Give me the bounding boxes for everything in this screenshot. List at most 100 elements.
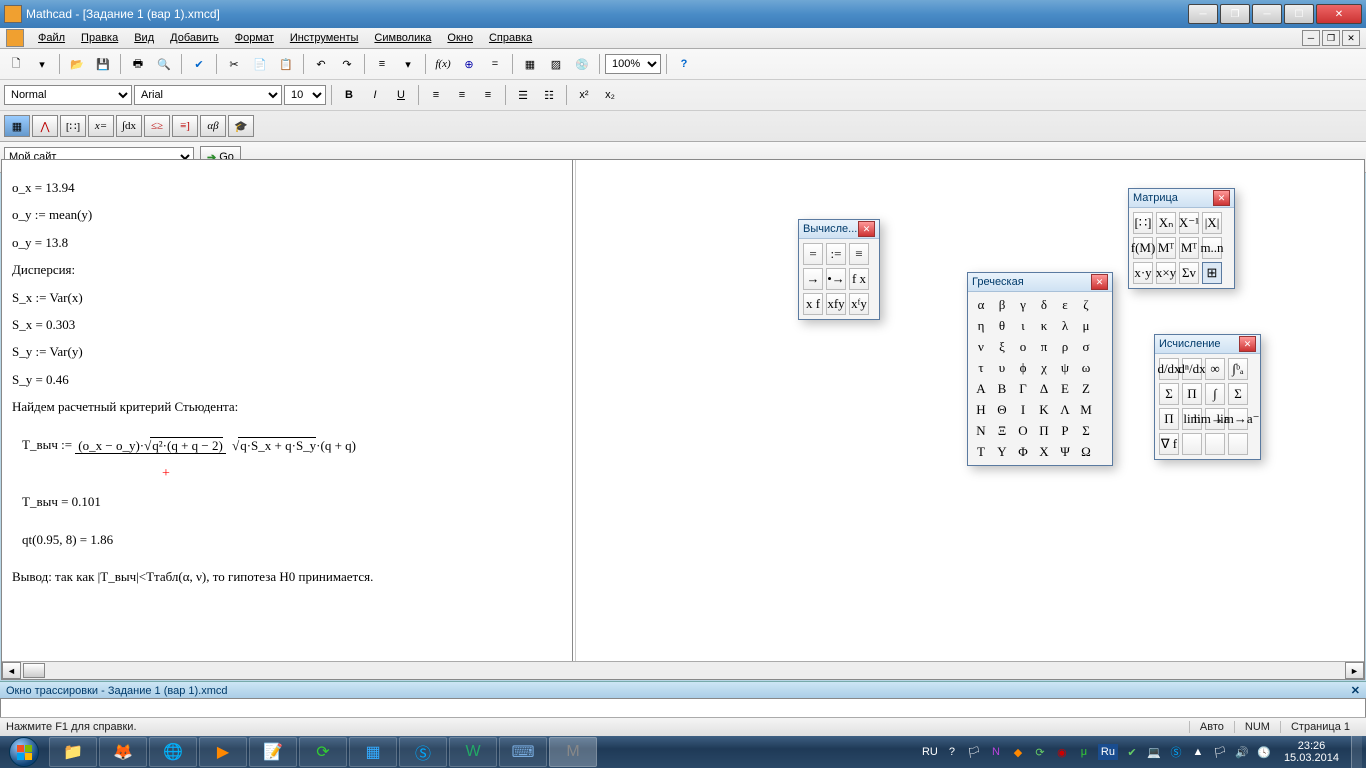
tray-onenote-icon[interactable]: N [988, 744, 1004, 760]
menu-format[interactable]: Формат [227, 32, 282, 44]
eval-cell-4[interactable]: •→ [826, 268, 846, 290]
matrix-cell-4[interactable]: f(M) [1133, 237, 1153, 259]
tray-app-icon[interactable]: ◉ [1054, 744, 1070, 760]
task-keyboard[interactable]: ⌨ [499, 737, 547, 767]
tray-clock-icon[interactable]: 🕓 [1256, 744, 1272, 760]
align-left-button[interactable]: ≡ [424, 83, 448, 107]
greek-palette-button[interactable]: αβ [200, 115, 226, 137]
tray-skype-icon[interactable]: Ⓢ [1168, 744, 1184, 760]
secondary-restore[interactable]: ❐ [1220, 4, 1250, 24]
numbering-button[interactable]: ☷ [537, 83, 561, 107]
show-desktop-button[interactable] [1351, 736, 1362, 768]
style-select[interactable]: Normal [4, 85, 132, 105]
palette-evaluation-close[interactable]: ✕ [858, 221, 875, 237]
menu-edit[interactable]: Правка [73, 32, 126, 44]
calc-cell-3[interactable]: ∫ᵇₐ [1228, 358, 1248, 380]
evaluation-palette-button[interactable]: x= [88, 115, 114, 137]
programming-palette-button[interactable]: ≡] [172, 115, 198, 137]
greek-cell-3[interactable]: δ [1035, 296, 1053, 314]
greek-cell-29[interactable]: Ζ [1077, 380, 1095, 398]
palette-calculus[interactable]: Исчисление✕ d/dxdⁿ/dx∞∫ᵇₐΣΠ∫ΣΠlimlim→a⁺l… [1154, 334, 1261, 460]
new-dropdown[interactable]: ▾ [30, 52, 54, 76]
palette-matrix-close[interactable]: ✕ [1213, 190, 1230, 206]
boolean-palette-button[interactable]: ≤≥ [144, 115, 170, 137]
mdi-restore[interactable]: ❐ [1322, 30, 1340, 46]
matrix-cell-10[interactable]: Σv [1179, 262, 1199, 284]
palette-greek[interactable]: Греческая✕ αβγδεζηθικλμνξοπρστυϕχψωΑΒΓΔΕ… [967, 272, 1113, 466]
component1-button[interactable]: ▦ [518, 52, 542, 76]
start-button[interactable] [0, 736, 48, 768]
align-right-button[interactable]: ≡ [476, 83, 500, 107]
text-student[interactable]: Найдем расчетный критерий Стьюдента: [12, 395, 572, 418]
greek-cell-14[interactable]: ο [1014, 338, 1032, 356]
scroll-left-button[interactable]: ◄ [2, 662, 21, 679]
menu-file[interactable]: Файл [30, 32, 73, 44]
fx-button[interactable]: f(x) [431, 52, 455, 76]
calc-cell-12[interactable]: ∇ f [1159, 433, 1179, 455]
greek-cell-35[interactable]: Μ [1077, 401, 1095, 419]
calc-cell-5[interactable]: Π [1182, 383, 1202, 405]
greek-cell-2[interactable]: γ [1014, 296, 1032, 314]
tray-up-icon[interactable]: ▲ [1190, 744, 1206, 760]
copy-button[interactable]: 📄 [248, 52, 272, 76]
expr-sy-def[interactable]: S_y := Var(y) [12, 340, 572, 363]
tray-clock[interactable]: 23:26 15.03.2014 [1278, 740, 1345, 764]
greek-cell-47[interactable]: Ω [1077, 443, 1095, 461]
eval-cell-7[interactable]: xfy [826, 293, 846, 315]
print-button[interactable]: 🖶 [126, 52, 150, 76]
font-select[interactable]: Arial [134, 85, 282, 105]
tray-utorrent-icon[interactable]: μ [1076, 744, 1092, 760]
matrix-cell-3[interactable]: |X| [1202, 212, 1222, 234]
menu-symbolics[interactable]: Символика [366, 32, 439, 44]
tray-action-icon[interactable]: 🏳 [1212, 744, 1228, 760]
greek-cell-31[interactable]: Θ [993, 401, 1011, 419]
calc-cell-6[interactable]: ∫ [1205, 383, 1225, 405]
italic-button[interactable]: I [363, 83, 387, 107]
greek-cell-37[interactable]: Ξ [993, 422, 1011, 440]
greek-cell-19[interactable]: υ [993, 359, 1011, 377]
eval-cell-8[interactable]: xᶠy [849, 293, 869, 315]
matrix-cell-1[interactable]: Xₙ [1156, 212, 1176, 234]
task-mediaplayer[interactable]: ▶ [199, 737, 247, 767]
greek-cell-24[interactable]: Α [972, 380, 990, 398]
tray-lang[interactable]: RU [922, 744, 938, 760]
mdi-minimize[interactable]: ─ [1302, 30, 1320, 46]
calc-cell-11[interactable]: lim→a⁻ [1228, 408, 1248, 430]
text-dispersion[interactable]: Дисперсия: [12, 258, 572, 281]
greek-cell-5[interactable]: ζ [1077, 296, 1095, 314]
eval-cell-0[interactable]: = [803, 243, 823, 265]
task-mathcad[interactable]: M [549, 737, 597, 767]
greek-cell-33[interactable]: Κ [1035, 401, 1053, 419]
eval-cell-1[interactable]: := [826, 243, 846, 265]
calc-cell-1[interactable]: dⁿ/dx [1182, 358, 1202, 380]
trace-close[interactable]: ✕ [1351, 684, 1360, 697]
tray-help-icon[interactable]: ? [944, 744, 960, 760]
matrix-cell-6[interactable]: Mᵀ [1179, 237, 1199, 259]
greek-cell-0[interactable]: α [972, 296, 990, 314]
expr-sx-value[interactable]: S_x = 0.303 [12, 313, 572, 336]
calc-cell-2[interactable]: ∞ [1205, 358, 1225, 380]
matrix-cell-11[interactable]: ⊞ [1202, 262, 1222, 284]
align-center-button[interactable]: ≡ [450, 83, 474, 107]
secondary-minimize[interactable]: ─ [1188, 4, 1218, 24]
task-utorrent[interactable]: ⟳ [299, 737, 347, 767]
greek-cell-12[interactable]: ν [972, 338, 990, 356]
task-skype[interactable]: Ⓢ [399, 737, 447, 767]
open-button[interactable]: 📂 [65, 52, 89, 76]
preview-button[interactable]: 🔍 [152, 52, 176, 76]
tray-flag-icon[interactable]: 🏳 [966, 744, 982, 760]
greek-cell-45[interactable]: Χ [1035, 443, 1053, 461]
matrix-cell-8[interactable]: x·y [1133, 262, 1153, 284]
task-app[interactable]: ▦ [349, 737, 397, 767]
help-button[interactable]: ? [672, 52, 696, 76]
tray-safe-icon[interactable]: ✔ [1124, 744, 1140, 760]
unit-button[interactable]: ⊕ [457, 52, 481, 76]
greek-cell-39[interactable]: Π [1035, 422, 1053, 440]
component3-button[interactable]: 💿 [570, 52, 594, 76]
tray-lang2-icon[interactable]: Ru [1098, 744, 1118, 760]
calculator-palette-button[interactable]: ▦ [4, 115, 30, 137]
expr-sx-def[interactable]: S_x := Var(x) [12, 286, 572, 309]
palette-calculus-close[interactable]: ✕ [1239, 336, 1256, 352]
greek-cell-42[interactable]: Τ [972, 443, 990, 461]
task-notes[interactable]: 📝 [249, 737, 297, 767]
